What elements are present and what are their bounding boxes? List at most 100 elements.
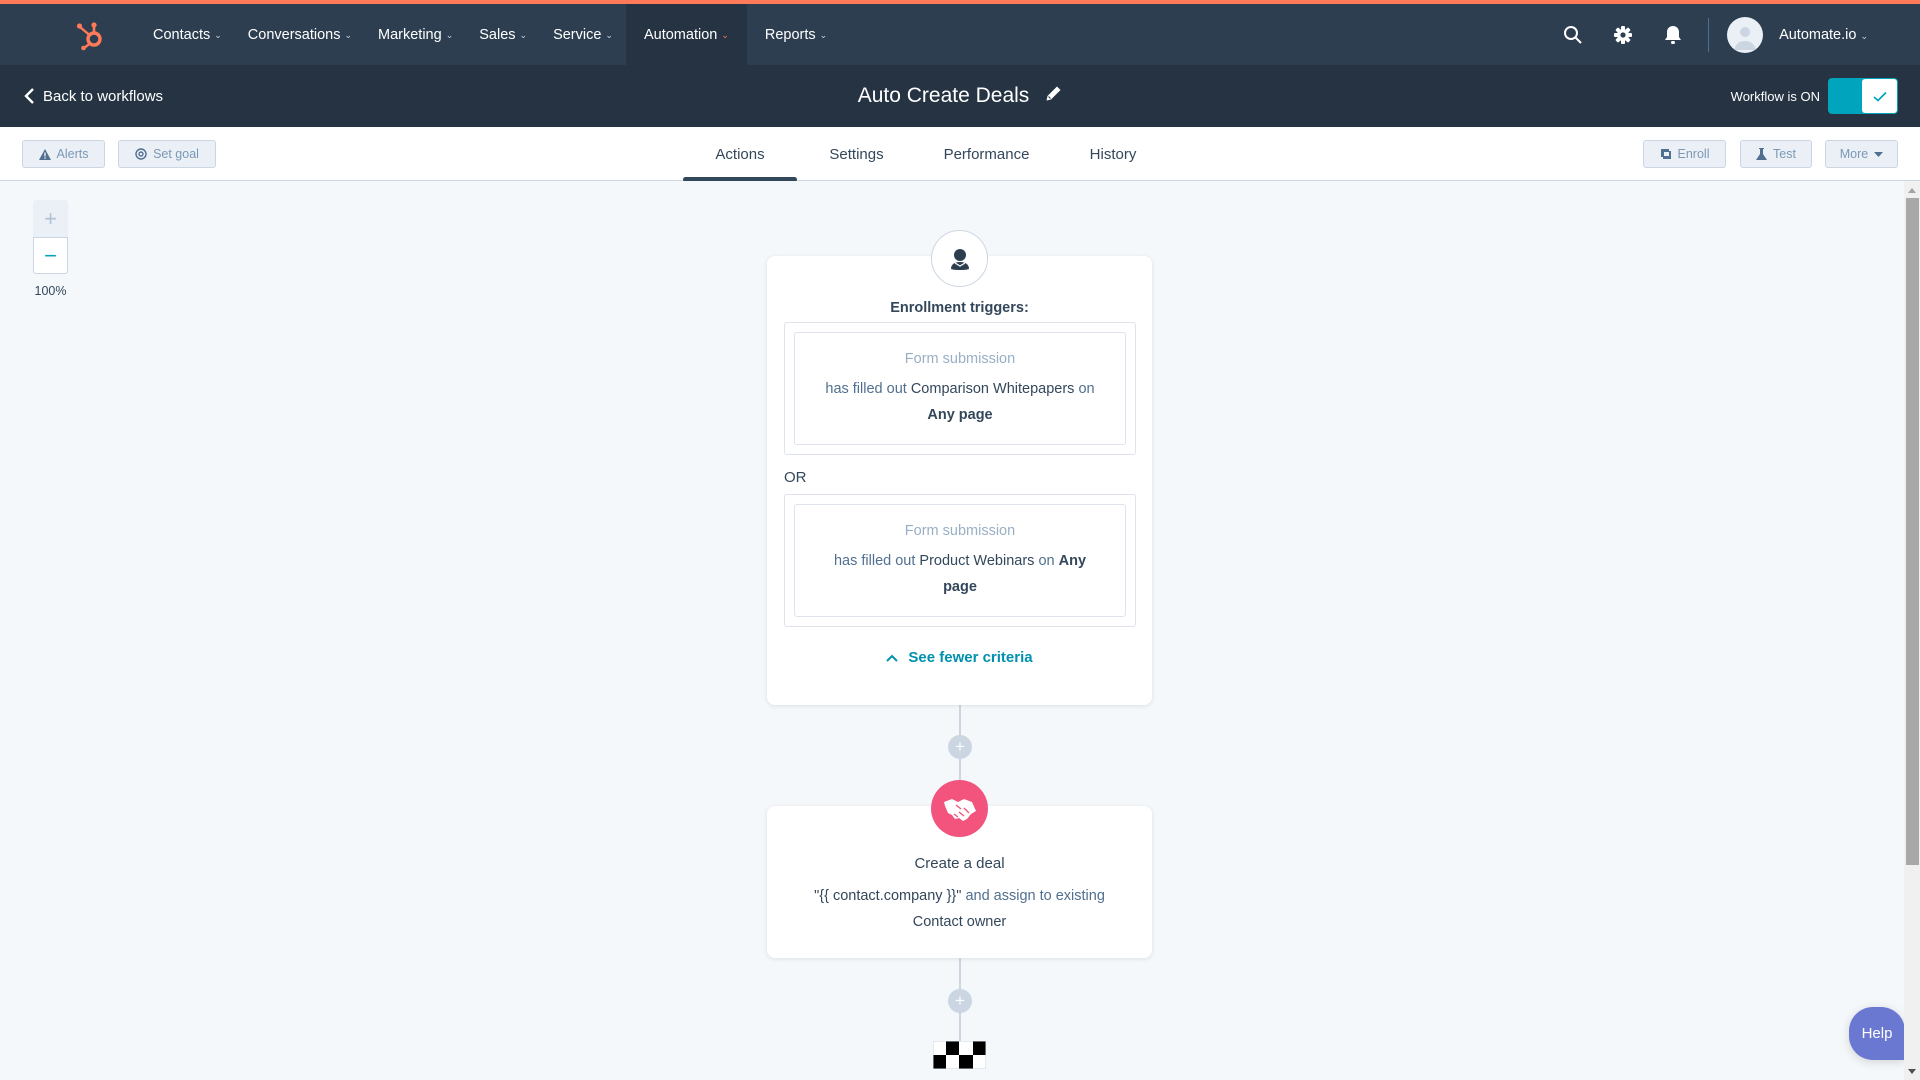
- tab-label: Performance: [943, 145, 1030, 163]
- trigger-group[interactable]: Form submission has filled out Product W…: [784, 494, 1136, 627]
- tab-performance[interactable]: Performance: [916, 127, 1057, 181]
- nav-label: Sales: [479, 26, 516, 43]
- nav-label: Conversations: [247, 26, 341, 43]
- criterion-prefix: has filled out: [833, 553, 916, 569]
- zoom-out-button[interactable]: −: [33, 237, 68, 274]
- criterion-page: Any page: [927, 407, 993, 423]
- tab-label: History: [1089, 145, 1137, 163]
- plus-icon: +: [955, 737, 965, 756]
- assign-text: and assign to existing: [965, 888, 1105, 904]
- back-to-workflows-link[interactable]: Back to workflows: [24, 65, 163, 127]
- caret-down-icon: [1874, 151, 1884, 157]
- scroll-up-button[interactable]: [1904, 183, 1920, 197]
- tab-history[interactable]: History: [1057, 127, 1169, 181]
- zoom-controls: + − 100%: [33, 200, 68, 298]
- criterion-form: Comparison Whitepapers: [910, 381, 1075, 397]
- criterion-description: has filled out Product Webinars on Any p…: [803, 548, 1117, 600]
- nav-automation[interactable]: Automation ⌄: [625, 4, 747, 65]
- finish-flag-icon: [933, 1041, 986, 1069]
- search-button[interactable]: [1548, 4, 1598, 65]
- nav-label: Service: [553, 26, 602, 43]
- settings-button[interactable]: [1598, 4, 1648, 65]
- plus-icon: +: [44, 205, 57, 231]
- add-action-button[interactable]: +: [948, 989, 972, 1013]
- nav-marketing[interactable]: Marketing ⌄: [365, 4, 466, 65]
- nav-service[interactable]: Service ⌄: [540, 4, 626, 65]
- help-button[interactable]: Help: [1849, 1007, 1905, 1060]
- triangle-down-icon: [1908, 1068, 1916, 1074]
- contact-trigger-badge: [931, 230, 988, 287]
- alerts-button[interactable]: Alerts: [22, 140, 105, 168]
- add-action-button[interactable]: +: [948, 735, 972, 759]
- nav-label: Contacts: [153, 26, 211, 43]
- test-label: Test: [1773, 147, 1796, 161]
- account-menu[interactable]: Automate.io ⌄: [1727, 16, 1868, 53]
- deal-name: "{{ contact.company }}": [814, 888, 962, 904]
- target-icon: [135, 148, 147, 160]
- enroll-label: Enroll: [1677, 147, 1710, 161]
- criterion-form: Product Webinars: [919, 553, 1035, 569]
- scroll-down-button[interactable]: [1904, 1064, 1920, 1078]
- chevron-down-icon: ⌄: [721, 30, 729, 40]
- trigger-criterion[interactable]: Form submission has filled out Product W…: [794, 504, 1126, 617]
- set-goal-label: Set goal: [153, 147, 199, 161]
- bell-icon: [1665, 25, 1682, 44]
- more-dropdown[interactable]: More: [1825, 140, 1898, 168]
- trigger-group[interactable]: Form submission has filled out Compariso…: [784, 322, 1136, 455]
- tab-actions[interactable]: Actions: [683, 127, 797, 182]
- chevron-left-icon: [24, 88, 34, 104]
- workflow-status-label: Workflow is ON: [1730, 88, 1820, 104]
- nav-sales[interactable]: Sales ⌄: [466, 4, 540, 65]
- enrollment-trigger-card[interactable]: Enrollment triggers: Form submission has…: [767, 256, 1152, 705]
- nav-contacts[interactable]: Contacts ⌄: [140, 4, 235, 65]
- avatar-icon: [1734, 26, 1757, 50]
- enroll-icon: [1660, 149, 1671, 159]
- nav-divider: [1708, 17, 1710, 52]
- more-label: More: [1839, 147, 1869, 161]
- deal-action-badge[interactable]: [931, 780, 988, 837]
- workflow-on-toggle[interactable]: [1828, 78, 1898, 114]
- hubspot-logo-icon[interactable]: [74, 18, 108, 52]
- notifications-button[interactable]: [1648, 4, 1698, 65]
- chevron-down-icon: ⌄: [1860, 30, 1868, 41]
- deal-owner: Contact owner: [912, 914, 1007, 930]
- trigger-criterion[interactable]: Form submission has filled out Compariso…: [794, 332, 1126, 445]
- enroll-button[interactable]: Enroll: [1643, 140, 1726, 168]
- checkmark-icon: [1872, 91, 1887, 102]
- criterion-page: page: [943, 579, 977, 595]
- chevron-down-icon: ⌄: [214, 30, 222, 40]
- workflow-tabs: Actions Settings Performance History: [683, 127, 1169, 182]
- scrollbar-thumb[interactable]: [1906, 198, 1919, 865]
- test-button[interactable]: Test: [1740, 140, 1812, 168]
- criterion-type: Form submission: [904, 523, 1016, 539]
- top-navigation: Contacts ⌄ Conversations ⌄ Marketing ⌄ Sale…: [0, 4, 1920, 65]
- help-label: Help: [1861, 1025, 1893, 1042]
- minus-icon: −: [44, 242, 57, 268]
- trigger-title: Enrollment triggers:: [890, 300, 1029, 316]
- workflow-toolbar: Alerts Set goal Actions Settings Perform…: [0, 127, 1920, 182]
- warning-icon: [38, 148, 51, 160]
- edit-title-button[interactable]: [1045, 84, 1062, 108]
- see-fewer-criteria-link[interactable]: See fewer criteria: [767, 649, 1152, 666]
- zoom-level: 100%: [34, 284, 67, 298]
- triangle-up-icon: [1908, 187, 1916, 193]
- tab-settings[interactable]: Settings: [797, 127, 916, 181]
- criterion-type: Form submission: [904, 351, 1016, 367]
- gear-icon: [1614, 25, 1633, 44]
- criterion-page: Any: [1058, 553, 1087, 569]
- chevron-down-icon: ⌄: [445, 30, 454, 40]
- nav-conversations[interactable]: Conversations ⌄: [235, 4, 365, 65]
- nav-label: Reports: [764, 26, 816, 43]
- vertical-scrollbar[interactable]: [1904, 181, 1920, 1080]
- pencil-icon: [1046, 86, 1061, 101]
- person-icon: [950, 248, 969, 270]
- zoom-in-button[interactable]: +: [33, 200, 68, 237]
- handshake-icon: [943, 798, 976, 821]
- nav-label: Automation: [643, 26, 718, 43]
- action-description: "{{ contact.company }}" and assign to ex…: [787, 883, 1132, 935]
- tab-label: Actions: [715, 145, 765, 163]
- set-goal-button[interactable]: Set goal: [118, 140, 216, 168]
- chevron-down-icon: ⌄: [819, 30, 828, 40]
- chevron-down-icon: ⌄: [519, 30, 528, 40]
- nav-reports[interactable]: Reports ⌄: [747, 4, 845, 65]
